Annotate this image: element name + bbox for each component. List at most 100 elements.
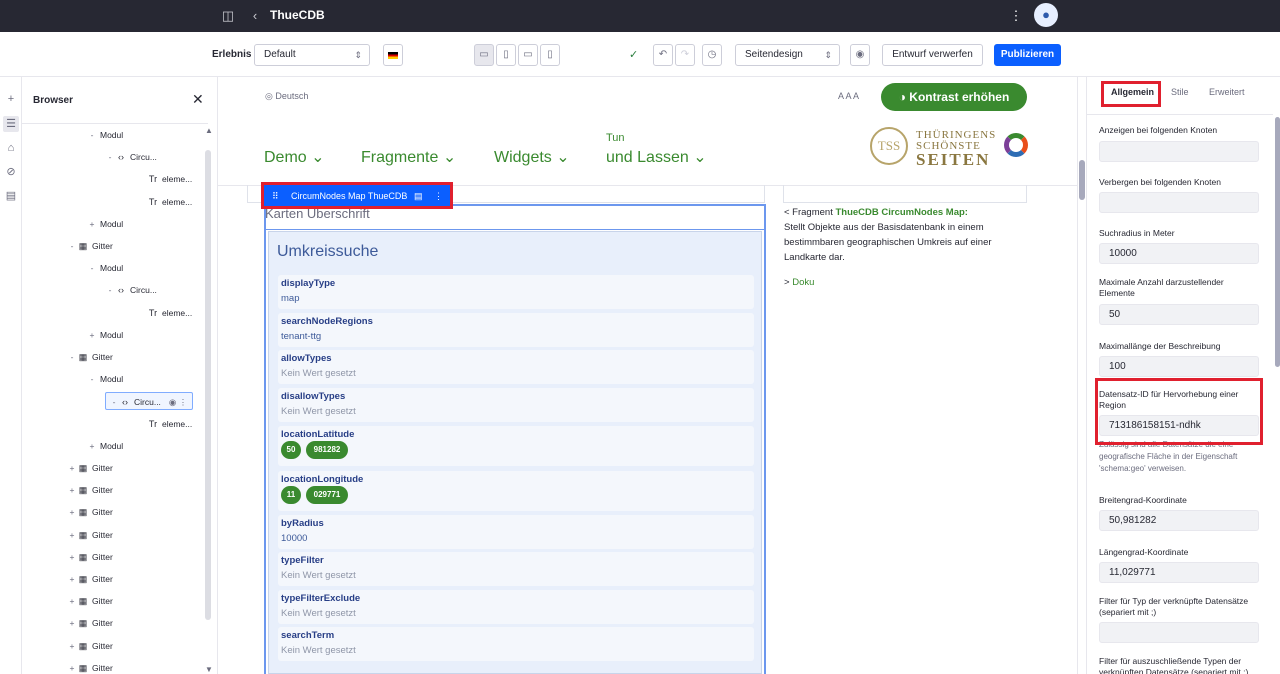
eye-icon[interactable]: ◉: [850, 44, 870, 66]
tree-item[interactable]: + Modul: [87, 215, 124, 233]
mobile-icon[interactable]: ▯: [540, 44, 560, 66]
tree-item[interactable]: + Modul: [87, 437, 124, 455]
user-icon[interactable]: ●: [1034, 3, 1058, 27]
field-input[interactable]: [1099, 141, 1259, 162]
kebab-icon[interactable]: ⋮: [1008, 8, 1024, 24]
tree-item[interactable]: Tr eleme...: [137, 193, 192, 211]
expand-icon[interactable]: +: [67, 503, 77, 521]
expand-icon[interactable]: +: [67, 548, 77, 566]
expand-icon[interactable]: +: [67, 481, 77, 499]
tree-item[interactable]: Tr eleme...: [137, 304, 192, 322]
nav-item-widgets[interactable]: Widgets ⌄: [494, 147, 570, 167]
field-input[interactable]: 50: [1099, 304, 1259, 325]
nav-item-demo[interactable]: Demo ⌄: [264, 147, 325, 167]
collapse-icon[interactable]: -: [105, 281, 115, 299]
tree-item[interactable]: + ▦ Gitter: [67, 614, 113, 632]
tree-item[interactable]: + ▦ Gitter: [67, 459, 113, 477]
font-size-controls[interactable]: A A A: [838, 91, 859, 101]
experience-select[interactable]: Default ⇕: [254, 44, 370, 66]
tree-item[interactable]: + ▦ Gitter: [67, 481, 113, 499]
field-input[interactable]: 100: [1099, 356, 1259, 377]
tree-item[interactable]: Tr eleme...: [137, 170, 192, 188]
browser-scrollbar[interactable]: [205, 150, 211, 620]
tree-item[interactable]: + ▦ Gitter: [67, 503, 113, 521]
page-design-select[interactable]: Seitendesign ⇕: [735, 44, 840, 66]
expand-icon[interactable]: +: [67, 659, 77, 674]
tree-item[interactable]: + ▦ Gitter: [67, 592, 113, 610]
tree-item[interactable]: - Modul: [87, 259, 124, 277]
close-icon[interactable]: ✕: [192, 91, 204, 108]
collapse-icon[interactable]: -: [87, 126, 97, 144]
tree-item[interactable]: + ▦ Gitter: [67, 526, 113, 544]
undo-icon[interactable]: ↶: [653, 44, 673, 66]
panel-scroll-thumb[interactable]: [1275, 117, 1280, 367]
link-icon[interactable]: ⊘: [3, 164, 19, 180]
nav-item-tun[interactable]: und Lassen ⌄: [606, 147, 707, 167]
select-caret-icon: ⇕: [824, 50, 832, 60]
expand-icon[interactable]: +: [67, 614, 77, 632]
tree-item[interactable]: - Modul: [87, 126, 124, 144]
tree-item[interactable]: - Modul: [87, 370, 124, 388]
expand-icon[interactable]: +: [87, 215, 97, 233]
redo-icon[interactable]: ↷: [675, 44, 695, 66]
tablet-icon[interactable]: ▯: [496, 44, 516, 66]
comment-icon[interactable]: ▤: [3, 188, 19, 204]
tree-item[interactable]: - ▦ Gitter: [67, 237, 113, 255]
tree-item-actions-icon[interactable]: ◉ ⋮: [169, 397, 187, 407]
expand-icon[interactable]: +: [87, 326, 97, 344]
plus-icon[interactable]: +: [3, 91, 19, 107]
landscape-icon[interactable]: ▭: [518, 44, 538, 66]
field-input[interactable]: 11,029771: [1099, 562, 1259, 583]
expand-icon[interactable]: +: [67, 570, 77, 588]
tree-item[interactable]: - ▦ Gitter: [67, 348, 113, 366]
field-input[interactable]: [1099, 192, 1259, 213]
paint-icon[interactable]: ⌂: [3, 140, 19, 156]
tree-item-label: Gitter: [92, 640, 113, 651]
nav-item-tun-line1[interactable]: Tun: [606, 132, 625, 144]
tree-item[interactable]: + ▦ Gitter: [67, 548, 113, 566]
tree-item-label: Modul: [100, 263, 124, 274]
browser-icon[interactable]: ☰: [3, 116, 19, 132]
tab-erweitert[interactable]: Erweitert: [1209, 87, 1245, 97]
collapse-icon[interactable]: -: [109, 393, 119, 411]
canvas-scrollbar[interactable]: [1077, 77, 1086, 674]
desktop-icon[interactable]: ▭: [474, 44, 494, 66]
scroll-up-icon[interactable]: ▲: [205, 126, 213, 135]
site-logo[interactable]: TSS THÜRINGENS SCHÖNSTE SEITEN: [870, 127, 1028, 169]
collapse-icon[interactable]: -: [67, 237, 77, 255]
sidebar-toggle-icon[interactable]: ◫: [220, 8, 236, 24]
publish-button[interactable]: Publizieren: [994, 44, 1061, 66]
nav-item-fragmente[interactable]: Fragmente ⌄: [361, 147, 456, 167]
collapse-icon[interactable]: -: [67, 348, 77, 366]
collapse-icon[interactable]: -: [87, 370, 97, 388]
tree-item[interactable]: + ▦ Gitter: [67, 570, 113, 588]
discard-draft-button[interactable]: Entwurf verwerfen: [882, 44, 983, 66]
collapse-icon[interactable]: -: [87, 259, 97, 277]
doku-link[interactable]: Doku: [792, 277, 814, 288]
tree-item[interactable]: + ▦ Gitter: [67, 659, 113, 674]
field-input[interactable]: 10000: [1099, 243, 1259, 264]
tree-item[interactable]: - ‹› Circu...: [105, 281, 157, 299]
language-selector[interactable]: ◎ Deutsch: [265, 91, 308, 102]
tree-item[interactable]: - ‹› Circu...: [105, 148, 157, 166]
expand-icon[interactable]: +: [67, 637, 77, 655]
german-flag-icon[interactable]: [383, 44, 403, 66]
expand-icon[interactable]: +: [67, 526, 77, 544]
expand-icon[interactable]: +: [87, 437, 97, 455]
field-input[interactable]: 50,981282: [1099, 510, 1259, 531]
tree-item[interactable]: - ‹› Circu... ◉ ⋮: [105, 392, 193, 411]
field-input[interactable]: [1099, 622, 1259, 643]
panel-scrollbar[interactable]: [1274, 117, 1280, 669]
chevron-left-icon[interactable]: ‹: [247, 8, 263, 24]
tree-item[interactable]: + Modul: [87, 326, 124, 344]
tree-item[interactable]: Tr eleme...: [137, 415, 192, 433]
scroll-down-icon[interactable]: ▼: [205, 665, 213, 674]
tree-item[interactable]: + ▦ Gitter: [67, 637, 113, 655]
canvas-scroll-thumb[interactable]: [1079, 160, 1085, 200]
contrast-button[interactable]: ◑ Kontrast erhöhen: [881, 83, 1027, 111]
history-icon[interactable]: ◷: [702, 44, 722, 66]
tab-stile[interactable]: Stile: [1171, 87, 1189, 97]
collapse-icon[interactable]: -: [105, 148, 115, 166]
expand-icon[interactable]: +: [67, 592, 77, 610]
expand-icon[interactable]: +: [67, 459, 77, 477]
